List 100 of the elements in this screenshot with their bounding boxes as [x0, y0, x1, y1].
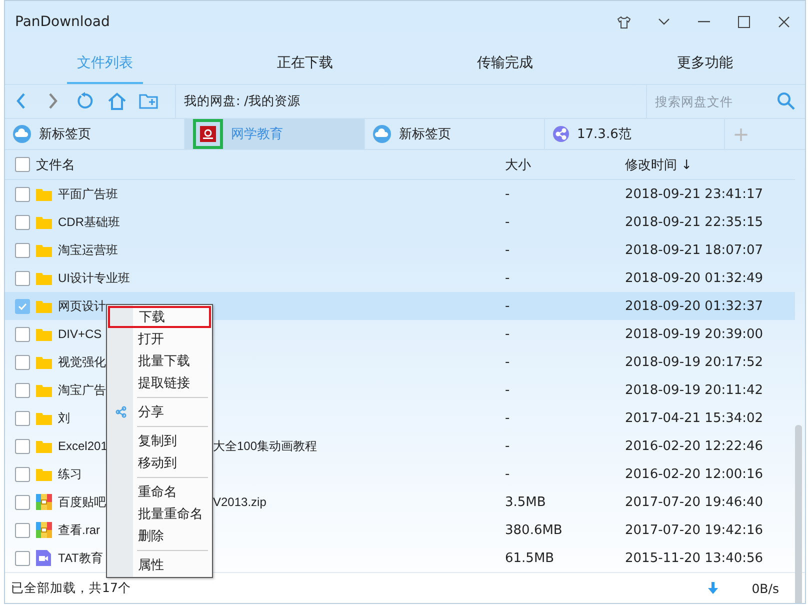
file-size: -: [505, 242, 510, 258]
archive-icon: [36, 494, 52, 510]
browser-tab[interactable]: 新标签页: [5, 118, 185, 149]
menu-item[interactable]: 批量重命名: [107, 503, 212, 526]
home-icon[interactable]: [107, 92, 127, 110]
shirt-icon[interactable]: [617, 16, 631, 29]
search-icon[interactable]: [777, 92, 795, 110]
main-tab[interactable]: 传输完成: [405, 44, 605, 84]
search-field[interactable]: 搜索网盘文件: [647, 92, 777, 110]
row-checkbox[interactable]: [15, 382, 30, 398]
modified-time: 2018-09-21 18:07:07: [625, 242, 764, 258]
file-name: UI设计专业班: [58, 270, 130, 287]
download-speed: 0B/s: [752, 580, 779, 596]
menu-item[interactable]: 删除: [107, 525, 212, 548]
new-folder-icon[interactable]: [139, 93, 159, 110]
main-tab[interactable]: 更多功能: [605, 44, 805, 84]
file-size: -: [505, 410, 510, 426]
menu-item[interactable]: 复制到: [107, 430, 212, 452]
file-name: 刘: [58, 410, 70, 427]
menu-item[interactable]: 移动到: [107, 452, 212, 474]
row-checkbox[interactable]: [15, 298, 30, 314]
check-icon: [18, 302, 27, 310]
file-name: DIV+CS: [58, 327, 102, 342]
row-checkbox[interactable]: [15, 242, 30, 258]
folder-icon: [36, 300, 52, 313]
file-name: 大全100集动画教程: [213, 438, 318, 455]
row-checkbox[interactable]: [15, 522, 30, 538]
file-size: 380.6MB: [505, 522, 562, 538]
maximize-icon[interactable]: [738, 16, 750, 28]
path-label: 我的网盘: /我的资源: [175, 84, 646, 118]
select-all-checkbox[interactable]: [15, 157, 30, 172]
back-icon[interactable]: [16, 93, 26, 110]
file-size: -: [505, 354, 510, 370]
row-checkbox[interactable]: [15, 438, 30, 454]
file-size: -: [505, 438, 510, 454]
menu-item[interactable]: 重命名: [107, 481, 212, 504]
menu-item[interactable]: 下载: [108, 306, 211, 328]
modified-time: 2018-09-20 01:32:37: [625, 298, 764, 314]
file-size: -: [505, 382, 510, 398]
file-name: 练习: [58, 466, 82, 483]
video-file-icon: [36, 550, 51, 566]
modified-time: 2018-09-21 23:41:17: [625, 186, 764, 202]
modified-time: 2018-09-19 20:17:52: [625, 354, 764, 370]
file-name: 视觉强化: [58, 354, 106, 371]
row-checkbox[interactable]: [15, 550, 30, 566]
folder-icon: [36, 412, 52, 425]
menu-item[interactable]: 提取链接: [107, 372, 212, 394]
file-name: 淘宝运营班: [58, 242, 118, 259]
menu-item[interactable]: 属性: [107, 554, 212, 576]
chevron-down-icon[interactable]: [658, 18, 670, 26]
modified-time: 2018-09-21 22:35:15: [625, 214, 764, 230]
file-size: 61.5MB: [505, 550, 554, 566]
row-checkbox[interactable]: [15, 270, 30, 286]
window-title: PanDownload: [15, 14, 111, 30]
close-icon[interactable]: [778, 16, 790, 28]
modified-time: 2017-07-20 19:42:16: [625, 522, 764, 538]
file-name: TAT教育: [58, 550, 103, 567]
file-name: 百度贴吧: [58, 494, 106, 511]
folder-icon: [36, 272, 52, 285]
menu-item[interactable]: 打开: [107, 328, 212, 350]
modified-time: 2017-07-20 19:46:40: [625, 494, 764, 510]
folder-icon: [36, 440, 52, 453]
file-name: 查看.rar: [58, 522, 100, 539]
file-size: -: [505, 186, 510, 202]
refresh-icon[interactable]: [76, 92, 94, 110]
row-checkbox[interactable]: [15, 466, 30, 482]
file-name: 网页设计: [58, 298, 106, 315]
file-name: Excel201: [58, 439, 108, 454]
row-checkbox[interactable]: [15, 214, 30, 230]
modified-time: 2018-09-20 01:32:49: [625, 270, 764, 286]
logo-icon: [200, 126, 216, 142]
file-size: -: [505, 466, 510, 482]
folder-icon: [36, 244, 52, 257]
file-name: 平面广告班: [58, 186, 118, 203]
folder-icon: [36, 356, 52, 369]
file-name: 淘宝广告: [58, 382, 106, 399]
folder-icon: [36, 188, 52, 201]
forward-icon[interactable]: [48, 93, 58, 110]
file-size: -: [505, 298, 510, 314]
row-checkbox[interactable]: [15, 326, 30, 342]
folder-icon: [36, 468, 52, 481]
main-tab[interactable]: 正在下载: [205, 44, 405, 84]
modified-time: 2018-09-19 20:39:00: [625, 326, 764, 342]
share-icon: [113, 404, 129, 420]
row-checkbox[interactable]: [15, 494, 30, 510]
menu-item[interactable]: 分享: [107, 401, 212, 424]
row-checkbox[interactable]: [15, 186, 30, 202]
file-name: CDR基础班: [58, 214, 120, 231]
browser-tab[interactable]: 17.3.6范: [545, 118, 725, 149]
column-header[interactable]: 大小: [505, 156, 531, 174]
row-checkbox[interactable]: [15, 410, 30, 426]
row-checkbox[interactable]: [15, 354, 30, 370]
share-icon: [553, 126, 569, 142]
column-header[interactable]: 文件名: [36, 156, 75, 174]
modified-time: 2017-04-21 15:34:02: [625, 410, 764, 426]
menu-item[interactable]: 批量下载: [107, 350, 212, 372]
minimize-icon[interactable]: [698, 21, 710, 24]
column-header[interactable]: 修改时间 ↓: [625, 156, 692, 174]
file-size: 3.5MB: [505, 494, 546, 510]
browser-tab[interactable]: 新标签页: [365, 118, 545, 149]
